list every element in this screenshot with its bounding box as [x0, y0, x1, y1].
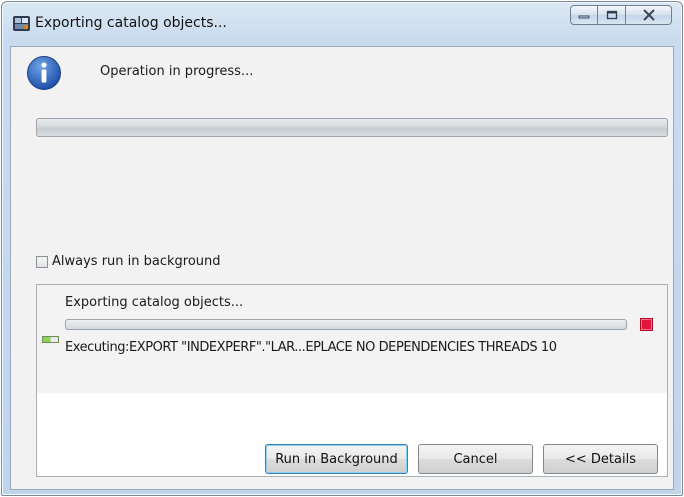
maximize-button[interactable]: [598, 5, 626, 25]
title-bar[interactable]: Exporting catalog objects...: [2, 2, 682, 42]
details-button[interactable]: << Details: [543, 444, 658, 474]
minimize-icon: [578, 15, 590, 19]
maximize-icon: [606, 10, 617, 20]
close-icon: [642, 9, 655, 21]
task-progress-bar: [65, 319, 627, 330]
task-name: Exporting catalog objects...: [65, 295, 244, 310]
always-background-row[interactable]: Always run in background: [36, 254, 221, 269]
executing-icon: [42, 336, 59, 343]
window-title: Exporting catalog objects...: [35, 15, 227, 31]
always-background-checkbox[interactable]: [36, 255, 48, 268]
task-entry: Exporting catalog objects... Executing:E…: [37, 285, 667, 393]
export-dialog-window: Exporting catalog objects... Operation i…: [1, 1, 683, 496]
close-button[interactable]: [626, 5, 672, 25]
operation-status-text: Operation in progress...: [100, 64, 254, 79]
stop-icon[interactable]: [640, 318, 653, 331]
dialog-body: Operation in progress... Always run in b…: [10, 46, 674, 490]
always-background-label: Always run in background: [52, 254, 221, 269]
app-icon: [13, 16, 30, 31]
task-status-text: Executing:EXPORT "INDEXPERF"."LAR...EPLA…: [65, 340, 557, 355]
window-controls: [570, 5, 672, 29]
cancel-button[interactable]: Cancel: [418, 444, 533, 474]
info-icon: [27, 56, 61, 90]
minimize-button[interactable]: [570, 5, 598, 25]
run-in-background-button[interactable]: Run in Background: [265, 444, 408, 474]
main-progress-bar: [36, 118, 668, 137]
